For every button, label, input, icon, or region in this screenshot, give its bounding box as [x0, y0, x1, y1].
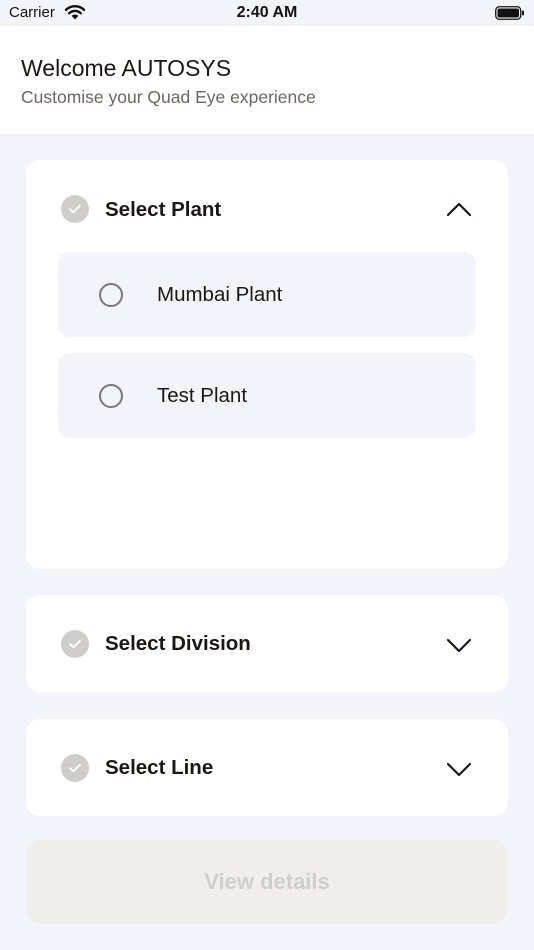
plant-option-mumbai[interactable]: Mumbai Plant: [58, 252, 476, 337]
line-section-card[interactable]: Select Line: [26, 719, 508, 816]
plant-option-test[interactable]: Test Plant: [58, 353, 476, 438]
status-bar: Carrier 2:40 AM: [0, 0, 534, 26]
view-details-button[interactable]: View details: [27, 840, 507, 924]
radio-button[interactable]: [99, 283, 123, 307]
battery-icon: [495, 6, 524, 20]
welcome-subtitle: Customise your Quad Eye experience: [21, 87, 316, 107]
chevron-up-icon[interactable]: [446, 201, 472, 217]
clock-time: 2:40 AM: [236, 4, 298, 21]
chevron-down-icon[interactable]: [446, 761, 472, 777]
chevron-down-icon[interactable]: [446, 637, 472, 653]
select-line-title: Select Line: [105, 756, 214, 779]
plant-section-card: Select Plant Mumbai Plant Test Plant: [26, 160, 508, 569]
plant-option-label: Test Plant: [157, 384, 248, 407]
radio-button[interactable]: [99, 384, 123, 408]
plant-option-label: Mumbai Plant: [157, 283, 283, 306]
division-check-icon: [61, 630, 89, 658]
plant-check-icon: [61, 195, 89, 223]
select-division-title: Select Division: [105, 632, 251, 655]
select-plant-title[interactable]: Select Plant: [105, 198, 221, 222]
welcome-title: Welcome AUTOSYS: [21, 55, 232, 81]
line-check-icon: [61, 754, 89, 782]
welcome-header: Welcome AUTOSYS Customise your Quad Eye …: [0, 26, 534, 134]
division-section-card[interactable]: Select Division: [26, 595, 508, 692]
